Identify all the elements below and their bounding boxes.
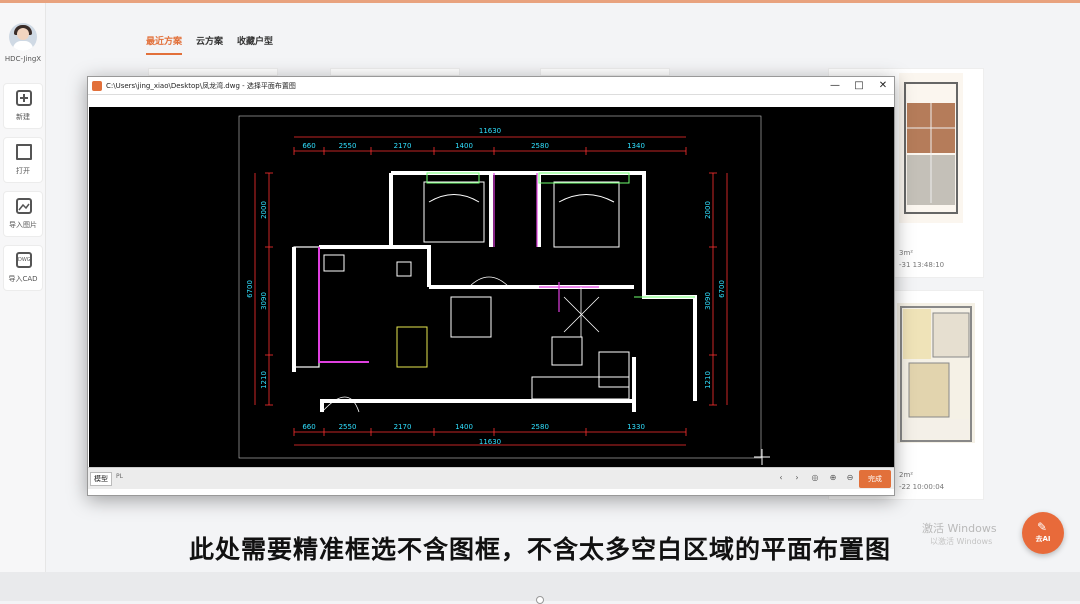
- cad-selection-dialog: C:\Users\jing_xiao\Desktop\凤龙湾.dwg - 选择平…: [87, 76, 895, 496]
- cad-drawing[interactable]: 11630 660 2550 2170 1400 2580 1340 660 2550 2170 1…: [89, 107, 894, 467]
- project-card[interactable]: [148, 68, 278, 76]
- bed-right-pillow: [558, 194, 615, 203]
- bottom-dim-label: 2550: [339, 423, 357, 431]
- bottom-dim-label: 1330: [627, 423, 645, 431]
- bottom-dim-label: 1400: [455, 423, 473, 431]
- prev-icon[interactable]: ‹: [776, 473, 786, 483]
- tab-cloud[interactable]: 云方案: [196, 34, 223, 55]
- ai-button-label: 去AI: [1035, 535, 1051, 543]
- bed-right: [553, 181, 620, 248]
- username: HDC-JingX: [4, 55, 42, 63]
- left-dim-label: 2000: [260, 201, 268, 219]
- done-button[interactable]: 完成: [859, 470, 891, 488]
- top-dim-label: 2170: [394, 142, 412, 150]
- app-icon: [92, 81, 102, 91]
- right-dim-label: 1210: [704, 371, 712, 389]
- left-dim-label: 3090: [260, 292, 268, 310]
- tab-recent[interactable]: 最近方案: [146, 34, 183, 55]
- video-subtitle: 此处需要精准框选不含图框，不含太多空白区域的平面布置图: [188, 535, 891, 564]
- ai-button[interactable]: ✎ 去AI: [1022, 512, 1064, 554]
- card-date: -22 10:00:04: [899, 483, 945, 491]
- top-accent-line: [0, 0, 1080, 3]
- right-overall-dim-label: 6700: [718, 280, 726, 298]
- windows-activation-watermark: 激活 Windows: [922, 522, 997, 535]
- next-icon[interactable]: ›: [792, 473, 802, 483]
- sofa: [531, 376, 630, 400]
- sidebar-item-import-cad[interactable]: DWG 导入CAD: [3, 245, 43, 291]
- partition-accent: [539, 282, 599, 312]
- tab-model[interactable]: 模型: [90, 472, 112, 486]
- left-overall-dim-label: 6700: [246, 280, 254, 298]
- overall-dim-top-label: 11630: [479, 127, 501, 135]
- dialog-title: C:\Users\jing_xiao\Desktop\凤龙湾.dwg - 选择平…: [106, 82, 296, 90]
- right-dim-label: 2000: [704, 201, 712, 219]
- sidebar-item-label: 新建: [16, 113, 30, 121]
- floorplan-thumbnail: [899, 73, 963, 223]
- zoom-in-icon[interactable]: ⊕: [828, 473, 838, 483]
- image-icon: [16, 198, 32, 214]
- project-card[interactable]: [540, 68, 670, 76]
- floorplan-thumbnail: [897, 303, 975, 443]
- top-dim-label: 1400: [455, 142, 473, 150]
- sidebar-item-label: 导入图片: [9, 221, 37, 229]
- tab-layout[interactable]: PL: [116, 473, 123, 480]
- maximize-button[interactable]: □: [848, 79, 870, 93]
- pencil-icon: ✎: [1037, 520, 1048, 534]
- bottom-dim-label: 2170: [394, 423, 412, 431]
- sidebar: HDC-JingX 新建 打开 导入图片 DWG 导入CAD: [0, 3, 46, 601]
- bathroom: [396, 326, 428, 368]
- project-tabs: 最近方案 云方案 收藏户型: [146, 34, 273, 55]
- minimize-button[interactable]: —: [824, 79, 846, 93]
- sidebar-item-open[interactable]: 打开: [3, 137, 43, 183]
- avatar-body: [13, 41, 33, 51]
- coffee-table: [551, 336, 583, 366]
- top-dim-label: 2550: [339, 142, 357, 150]
- project-card[interactable]: [330, 68, 460, 76]
- avatar-face: [17, 28, 29, 40]
- wall: [320, 399, 636, 412]
- folder-icon: [16, 144, 32, 160]
- wardrobe-accent: [493, 173, 538, 247]
- bottom-dim-label: 660: [302, 423, 315, 431]
- bed-left-pillow: [428, 194, 480, 203]
- zoom-fit-icon[interactable]: ◎: [810, 473, 820, 483]
- top-dim-label: 1340: [627, 142, 645, 150]
- plus-icon: [16, 90, 32, 106]
- dialog-titlebar[interactable]: C:\Users\jing_xiao\Desktop\凤龙湾.dwg - 选择平…: [88, 77, 894, 95]
- right-dim-label: 3090: [704, 292, 712, 310]
- dining-table: [450, 296, 492, 338]
- light-fixture: [563, 287, 600, 337]
- armchair: [598, 351, 630, 388]
- zoom-out-icon[interactable]: ⊖: [845, 473, 855, 483]
- tab-favorites[interactable]: 收藏户型: [237, 34, 273, 55]
- windows-activation-watermark-sub: 以激活 Windows: [930, 537, 993, 546]
- overall-dim-bottom-label: 11630: [479, 438, 501, 446]
- close-button[interactable]: ✕: [872, 79, 894, 93]
- sidebar-item-new[interactable]: 新建: [3, 83, 43, 129]
- sidebar-item-label: 导入CAD: [8, 275, 38, 283]
- sidebar-item-label: 打开: [16, 167, 30, 175]
- left-dim-label: 1210: [260, 371, 268, 389]
- wall: [319, 245, 431, 287]
- bottom-dim-label: 2580: [531, 423, 549, 431]
- cad-canvas[interactable]: 11630 660 2550 2170 1400 2580 1340 660 2550 2170 1…: [89, 107, 894, 467]
- card-area: 2m²: [899, 471, 914, 479]
- top-dim-label: 660: [302, 142, 315, 150]
- bed-left: [423, 181, 485, 243]
- dialog-statusbar: 模型 PL ‹ › ◎ ⊕ ⊖ 完成: [88, 467, 894, 489]
- card-area: 3m²: [899, 249, 914, 257]
- toilet: [396, 261, 412, 277]
- kitchen-sink: [323, 254, 345, 272]
- scroll-indicator[interactable]: [536, 596, 544, 604]
- dwg-icon: DWG: [16, 252, 32, 268]
- user-avatar[interactable]: [9, 23, 37, 51]
- crosshair-cursor: [754, 449, 770, 465]
- card-date: -31 13:48:10: [899, 261, 945, 269]
- sidebar-item-import-image[interactable]: 导入图片: [3, 191, 43, 237]
- kitchen-counter: [293, 246, 320, 368]
- top-dim-label: 2580: [531, 142, 549, 150]
